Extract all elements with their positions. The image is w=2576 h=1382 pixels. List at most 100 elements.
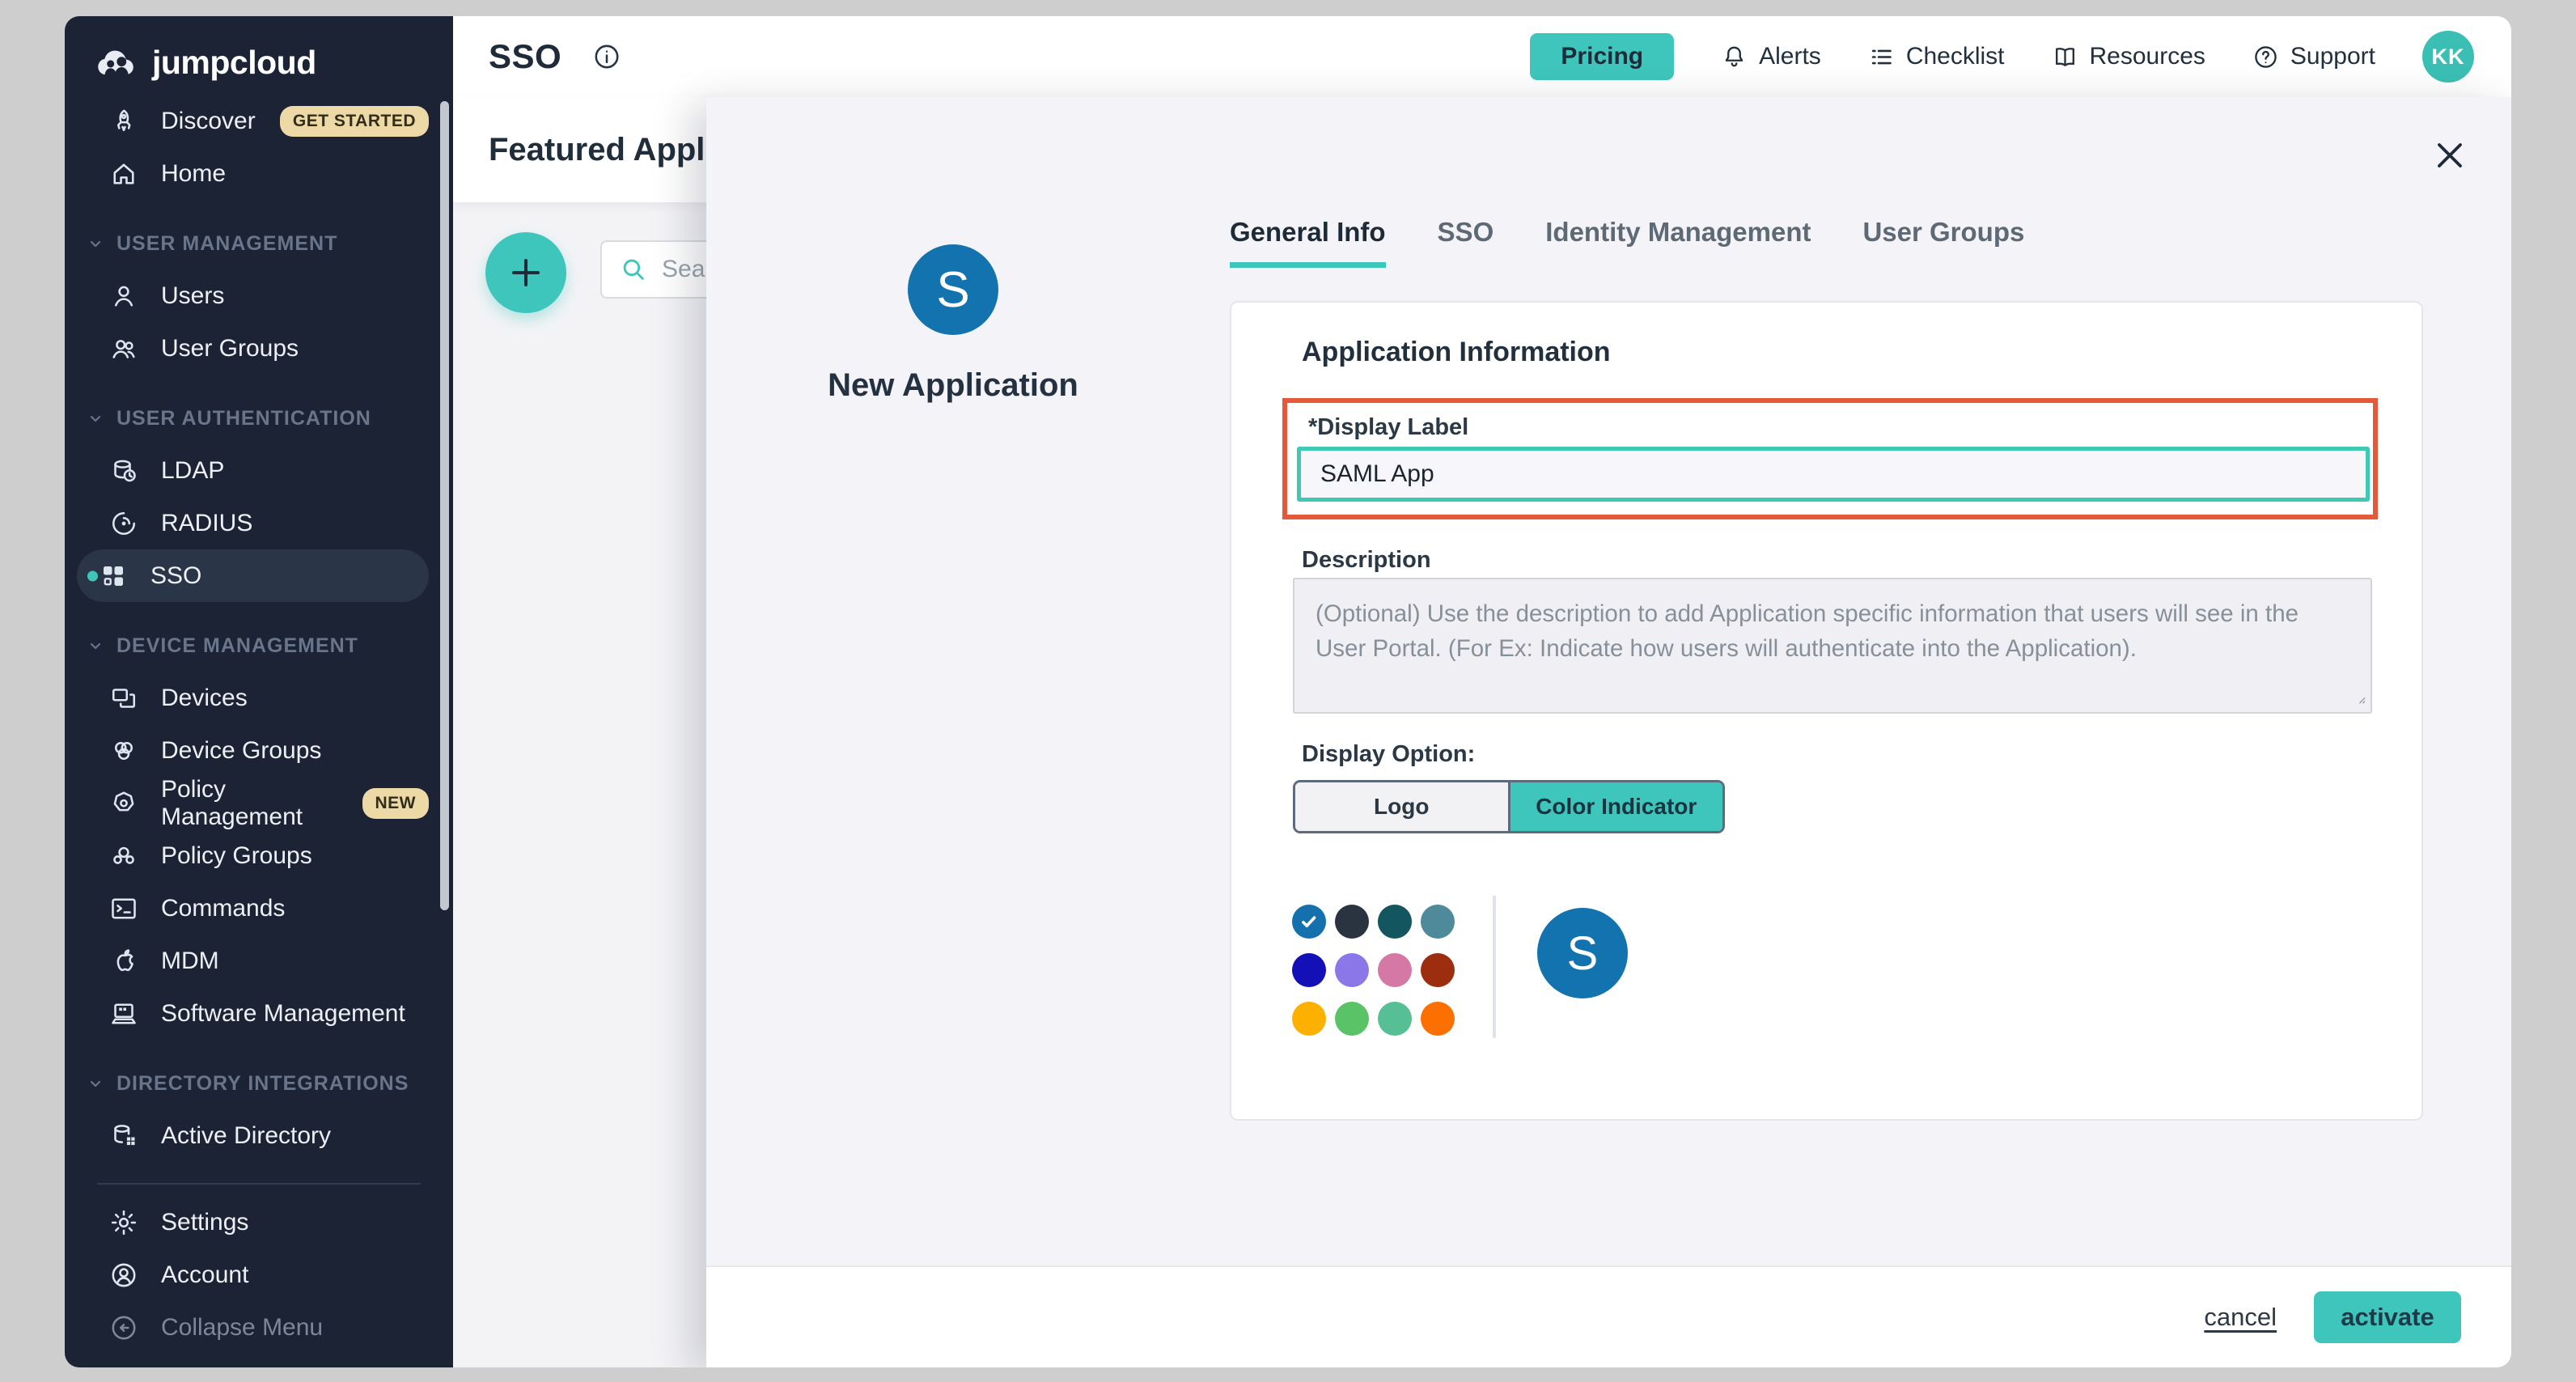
sidebar-item-ldap[interactable]: LDAP <box>65 444 453 497</box>
resize-handle-icon[interactable] <box>2351 689 2367 706</box>
sidebar-item-label: SSO <box>150 562 201 590</box>
color-swatch[interactable] <box>1378 953 1412 987</box>
display-label-input[interactable] <box>1297 447 2370 502</box>
gear-icon <box>109 1208 138 1237</box>
support-button[interactable]: Support <box>2252 43 2375 70</box>
section-title: DIRECTORY INTEGRATIONS <box>117 1072 409 1096</box>
tab-user-groups[interactable]: User Groups <box>1862 217 2024 268</box>
sidebar-item-label: Active Directory <box>161 1122 331 1150</box>
sidebar-item-label: Users <box>161 282 224 310</box>
display-label: *Display Label <box>1308 414 1468 441</box>
sidebar-item-label: Policy Groups <box>161 842 312 870</box>
description-textarea[interactable] <box>1293 578 2372 714</box>
checklist-button[interactable]: Checklist <box>1868 43 2005 70</box>
color-swatch-selected[interactable] <box>1292 905 1326 939</box>
app-root: jumpcloud Discover GET STARTED Home USER… <box>0 0 2576 1382</box>
sidebar-item-account[interactable]: Account <box>65 1248 453 1301</box>
color-swatch[interactable] <box>1421 953 1455 987</box>
logo-text: jumpcloud <box>152 44 316 82</box>
display-option-label: Display Option: <box>1302 741 1475 768</box>
section-directory-integrations[interactable]: DIRECTORY INTEGRATIONS <box>65 1058 453 1109</box>
nav-label: Alerts <box>1759 43 1821 70</box>
sidebar-item-collapse-menu[interactable]: Collapse Menu <box>65 1301 453 1354</box>
arrow-left-circle-icon <box>109 1313 138 1342</box>
sidebar-item-software-management[interactable]: Software Management <box>65 987 453 1040</box>
sidebar-item-active-directory[interactable]: Active Directory <box>65 1109 453 1162</box>
color-swatch[interactable] <box>1292 1002 1326 1036</box>
sidebar-scrollbar[interactable] <box>440 101 449 910</box>
main-area: SSO Pricing Alerts Checklist Resources <box>453 16 2511 1367</box>
pricing-button[interactable]: Pricing <box>1530 33 1674 80</box>
color-swatch[interactable] <box>1378 1002 1412 1036</box>
sidebar-item-label: LDAP <box>161 457 224 485</box>
modal-app-summary: S New Application <box>706 97 1200 404</box>
color-swatch[interactable] <box>1378 905 1412 939</box>
description-label: Description <box>1302 547 1431 574</box>
sidebar-item-discover[interactable]: Discover GET STARTED <box>65 95 453 147</box>
section-device-management[interactable]: DEVICE MANAGEMENT <box>65 620 453 672</box>
jumpcloud-logo[interactable]: jumpcloud <box>92 44 453 82</box>
resources-button[interactable]: Resources <box>2052 43 2205 70</box>
alerts-button[interactable]: Alerts <box>1721 43 1821 70</box>
sidebar-divider <box>97 1183 421 1185</box>
new-badge: NEW <box>362 788 430 819</box>
sidebar-item-mdm[interactable]: MDM <box>65 935 453 987</box>
sidebar-item-radius[interactable]: RADIUS <box>65 497 453 549</box>
app-grid-icon <box>99 562 128 591</box>
option-color-indicator[interactable]: Color Indicator <box>1510 782 1723 831</box>
apple-icon <box>109 947 138 976</box>
page-title: SSO <box>489 37 561 76</box>
terminal-icon <box>109 894 138 923</box>
section-user-authentication[interactable]: USER AUTHENTICATION <box>65 392 453 444</box>
tab-identity-management[interactable]: Identity Management <box>1545 217 1811 268</box>
chevron-down-icon <box>86 1074 105 1093</box>
sidebar-item-commands[interactable]: Commands <box>65 882 453 935</box>
close-button[interactable] <box>2430 136 2469 175</box>
color-swatch[interactable] <box>1335 953 1369 987</box>
sidebar-item-sso[interactable]: SSO <box>77 549 429 602</box>
color-swatch[interactable] <box>1292 953 1326 987</box>
policy-groups-icon <box>109 841 138 871</box>
close-icon <box>2430 136 2469 175</box>
sidebar-item-settings[interactable]: Settings <box>65 1196 453 1248</box>
nav-label: Support <box>2290 43 2375 70</box>
sidebar-item-label: RADIUS <box>161 510 252 537</box>
section-user-management[interactable]: USER MANAGEMENT <box>65 218 453 269</box>
option-logo[interactable]: Logo <box>1295 782 1510 831</box>
sidebar-item-devices[interactable]: Devices <box>65 672 453 724</box>
nav-label: Resources <box>2090 43 2205 70</box>
color-swatch[interactable] <box>1335 1002 1369 1036</box>
sidebar-item-device-groups[interactable]: Device Groups <box>65 724 453 777</box>
plus-icon <box>506 253 545 292</box>
color-swatch[interactable] <box>1421 905 1455 939</box>
top-nav: Pricing Alerts Checklist Resources Suppo… <box>1530 31 2474 83</box>
sidebar-item-home[interactable]: Home <box>65 147 453 200</box>
sidebar-item-label: Discover <box>161 108 256 135</box>
sidebar-item-label: Account <box>161 1261 248 1289</box>
sidebar-item-label: Collapse Menu <box>161 1314 323 1342</box>
home-icon <box>109 159 138 189</box>
sidebar-item-policy-management[interactable]: Policy Management NEW <box>65 777 453 829</box>
add-application-button[interactable] <box>485 232 566 313</box>
sidebar-item-label: Policy Management <box>161 776 340 831</box>
activate-button[interactable]: activate <box>2314 1291 2461 1343</box>
color-swatch[interactable] <box>1421 1002 1455 1036</box>
tab-general-info[interactable]: General Info <box>1230 217 1386 268</box>
sidebar-item-label: Commands <box>161 895 285 922</box>
sidebar-item-users[interactable]: Users <box>65 269 453 322</box>
highlight-annotation: *Display Label <box>1282 398 2378 519</box>
user-avatar[interactable]: KK <box>2422 31 2474 83</box>
sidebar-item-user-groups[interactable]: User Groups <box>65 322 453 375</box>
info-icon[interactable] <box>592 42 621 71</box>
chevron-down-icon <box>86 409 105 428</box>
person-circle-icon <box>109 1261 138 1290</box>
laptop-icon <box>109 999 138 1028</box>
sidebar-item-label: User Groups <box>161 335 299 362</box>
color-swatch-grid <box>1292 905 1455 1036</box>
app-name: New Application <box>828 367 1078 404</box>
get-started-badge: GET STARTED <box>280 106 429 137</box>
sidebar-item-policy-groups[interactable]: Policy Groups <box>65 829 453 882</box>
color-swatch[interactable] <box>1335 905 1369 939</box>
tab-sso[interactable]: SSO <box>1438 217 1494 268</box>
cancel-button[interactable]: cancel <box>2204 1303 2277 1332</box>
